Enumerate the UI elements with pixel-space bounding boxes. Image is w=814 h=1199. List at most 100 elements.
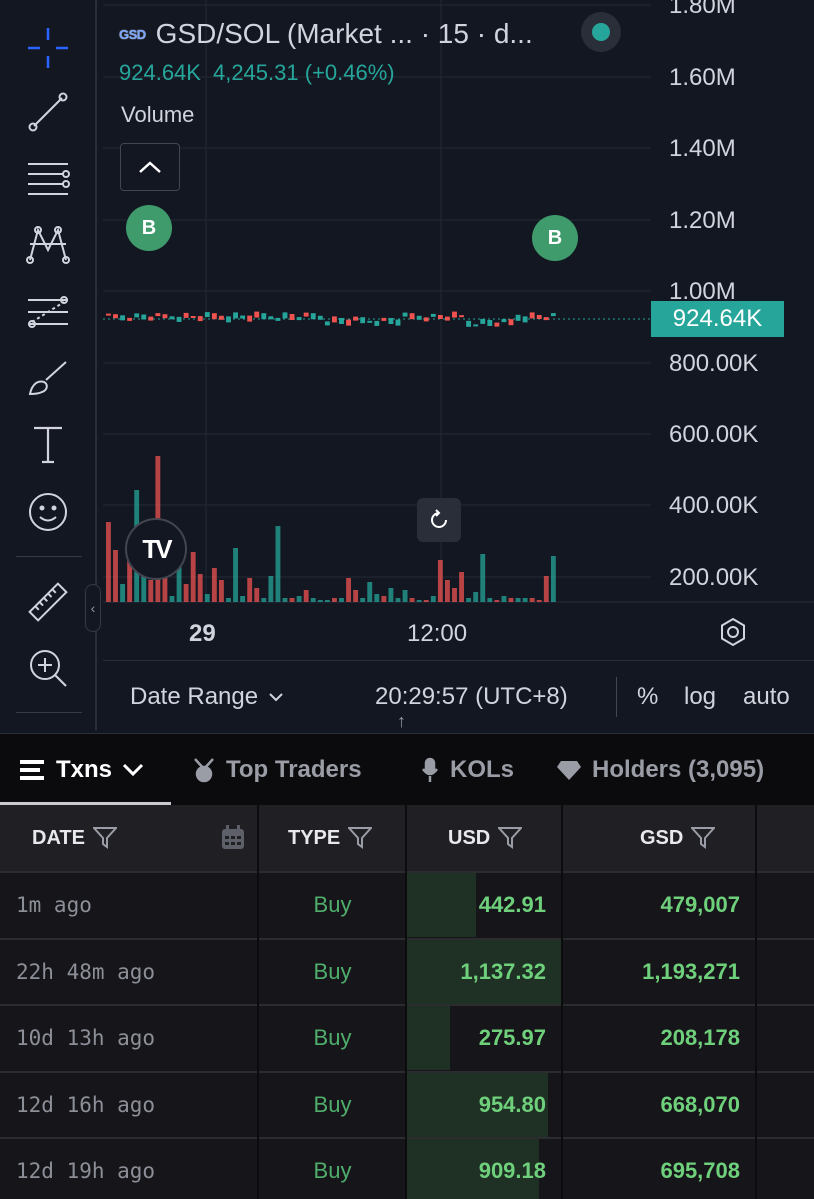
candle bbox=[134, 313, 140, 318]
buy-marker[interactable]: B bbox=[532, 215, 578, 261]
volume-bar bbox=[332, 598, 337, 602]
volume-bar bbox=[310, 598, 316, 602]
candle bbox=[480, 318, 486, 324]
tab-kols[interactable]: KOLs bbox=[420, 752, 514, 788]
cell-usd: 954.80 bbox=[478, 1091, 546, 1117]
market-status-indicator[interactable] bbox=[581, 12, 621, 52]
cell-gsd: 208,178 bbox=[660, 1025, 740, 1050]
log-scale-toggle[interactable]: log bbox=[684, 683, 716, 711]
table-row[interactable]: 22h 48m ago Buy 1,137.32 1,193,271 bbox=[0, 937, 814, 1004]
candle bbox=[423, 317, 429, 322]
candle bbox=[226, 316, 231, 323]
y-tick-label: 1.40M bbox=[669, 135, 736, 162]
settings-icon[interactable] bbox=[717, 616, 749, 653]
text-tool-icon[interactable] bbox=[18, 416, 78, 472]
filter-icon[interactable] bbox=[498, 827, 523, 849]
bottom-bar-divider bbox=[616, 677, 617, 717]
buy-marker[interactable]: B bbox=[126, 205, 172, 251]
candle bbox=[459, 315, 464, 318]
fib-retracement-icon[interactable] bbox=[18, 284, 78, 340]
cell-type: Buy bbox=[313, 892, 352, 917]
candle bbox=[367, 320, 373, 323]
volume-bar bbox=[430, 596, 436, 602]
toolbar-collapse-handle[interactable]: ‹ bbox=[85, 584, 101, 632]
volume-bar bbox=[148, 580, 154, 602]
zoom-in-icon[interactable] bbox=[18, 640, 78, 696]
candle bbox=[346, 319, 351, 326]
candle bbox=[240, 315, 246, 319]
crosshair-icon[interactable] bbox=[18, 20, 78, 76]
volume-bar bbox=[282, 598, 288, 602]
tab-top-traders[interactable]: Top Traders bbox=[192, 752, 362, 788]
volume-bar bbox=[487, 598, 493, 602]
tab-holders[interactable]: Holders (3,095) bbox=[556, 752, 764, 788]
volume-bar bbox=[240, 596, 246, 602]
price-chart[interactable]: GSD GSD/SOL (Market ... · 15 · d... 924.… bbox=[103, 0, 814, 730]
ohlc-legend: 924.64K 4,245.31 (+0.46%) bbox=[119, 60, 395, 86]
table-row[interactable]: 10d 13h ago Buy 275.97 208,178 bbox=[0, 1004, 814, 1070]
transactions-table: DATE TYPE USD GSD 1m ago Buy 442.91 479,007… bbox=[0, 805, 814, 1199]
cell-date: 1m ago bbox=[16, 893, 92, 917]
volume-bar bbox=[120, 584, 125, 602]
filter-icon[interactable] bbox=[92, 827, 117, 849]
table-row[interactable]: 1m ago Buy 442.91 479,007 bbox=[0, 871, 814, 937]
x-tick-label: 29 bbox=[189, 620, 216, 647]
filter-icon[interactable] bbox=[348, 827, 373, 849]
volume-bar bbox=[226, 598, 231, 602]
candle bbox=[445, 316, 450, 321]
volume-bar bbox=[459, 572, 464, 602]
emoji-icon[interactable] bbox=[18, 484, 78, 540]
x-tick-label: 12:00 bbox=[407, 620, 468, 647]
tab-txns[interactable]: Txns bbox=[20, 752, 144, 788]
volume-indicator-label[interactable]: Volume bbox=[121, 102, 194, 128]
table-row[interactable]: 12d 16h ago Buy 954.80 668,070 bbox=[0, 1070, 814, 1137]
candle bbox=[197, 316, 203, 322]
column-divider bbox=[257, 805, 259, 1199]
pattern-icon[interactable] bbox=[18, 216, 78, 272]
volume-bar bbox=[106, 522, 111, 602]
column-header-date[interactable]: DATE bbox=[32, 805, 117, 871]
filter-icon[interactable] bbox=[691, 827, 716, 849]
symbol-legend[interactable]: GSD GSD/SOL (Market ... · 15 · d... bbox=[119, 14, 533, 54]
table-row[interactable]: 12d 19h ago Buy 909.18 695,708 bbox=[0, 1137, 814, 1199]
calendar-icon[interactable] bbox=[220, 805, 246, 871]
brush-icon[interactable] bbox=[18, 350, 78, 406]
candle bbox=[543, 317, 549, 321]
candle bbox=[219, 315, 224, 320]
trend-line-icon[interactable] bbox=[18, 84, 78, 140]
tradingview-logo[interactable]: TV bbox=[125, 518, 187, 580]
volume-bar bbox=[494, 600, 500, 602]
reset-chart-button[interactable] bbox=[417, 498, 461, 542]
column-header-gsd[interactable]: GSD bbox=[640, 805, 716, 871]
volume-bar bbox=[381, 596, 387, 602]
volume-bar bbox=[480, 554, 486, 602]
ruler-icon[interactable] bbox=[18, 574, 78, 630]
clock-timezone[interactable]: 20:29:57 (UTC+8) bbox=[375, 683, 568, 711]
cell-type: Buy bbox=[313, 1025, 352, 1050]
toolbar-divider bbox=[16, 712, 82, 713]
y-tick-label: 600.00K bbox=[669, 421, 759, 448]
candle bbox=[515, 314, 521, 321]
candle bbox=[501, 319, 507, 323]
symbol-title[interactable]: GSD/SOL (Market ... · 15 · d... bbox=[156, 18, 533, 50]
cell-usd: 1,137.32 bbox=[460, 958, 546, 984]
auto-scale-toggle[interactable]: auto bbox=[743, 683, 790, 711]
column-header-usd[interactable]: USD bbox=[448, 805, 523, 871]
volume-bar bbox=[374, 594, 380, 602]
y-tick-label: 1.20M bbox=[669, 207, 736, 234]
cell-gsd: 695,708 bbox=[660, 1158, 740, 1183]
percent-scale-toggle[interactable]: % bbox=[637, 683, 658, 711]
collapse-legend-button[interactable] bbox=[120, 143, 180, 191]
horizontal-lines-icon[interactable] bbox=[18, 150, 78, 206]
candle bbox=[452, 311, 457, 318]
volume-bar bbox=[339, 598, 344, 602]
cell-date: 12d 19h ago bbox=[16, 1159, 156, 1183]
column-header-type[interactable]: TYPE bbox=[288, 805, 373, 871]
candle bbox=[508, 319, 514, 326]
volume-bar bbox=[346, 578, 351, 602]
volume-bar bbox=[445, 580, 450, 602]
candle bbox=[183, 312, 189, 318]
microphone-icon bbox=[421, 757, 439, 782]
volume-bar bbox=[296, 596, 302, 602]
date-range-button[interactable]: Date Range bbox=[130, 683, 284, 711]
